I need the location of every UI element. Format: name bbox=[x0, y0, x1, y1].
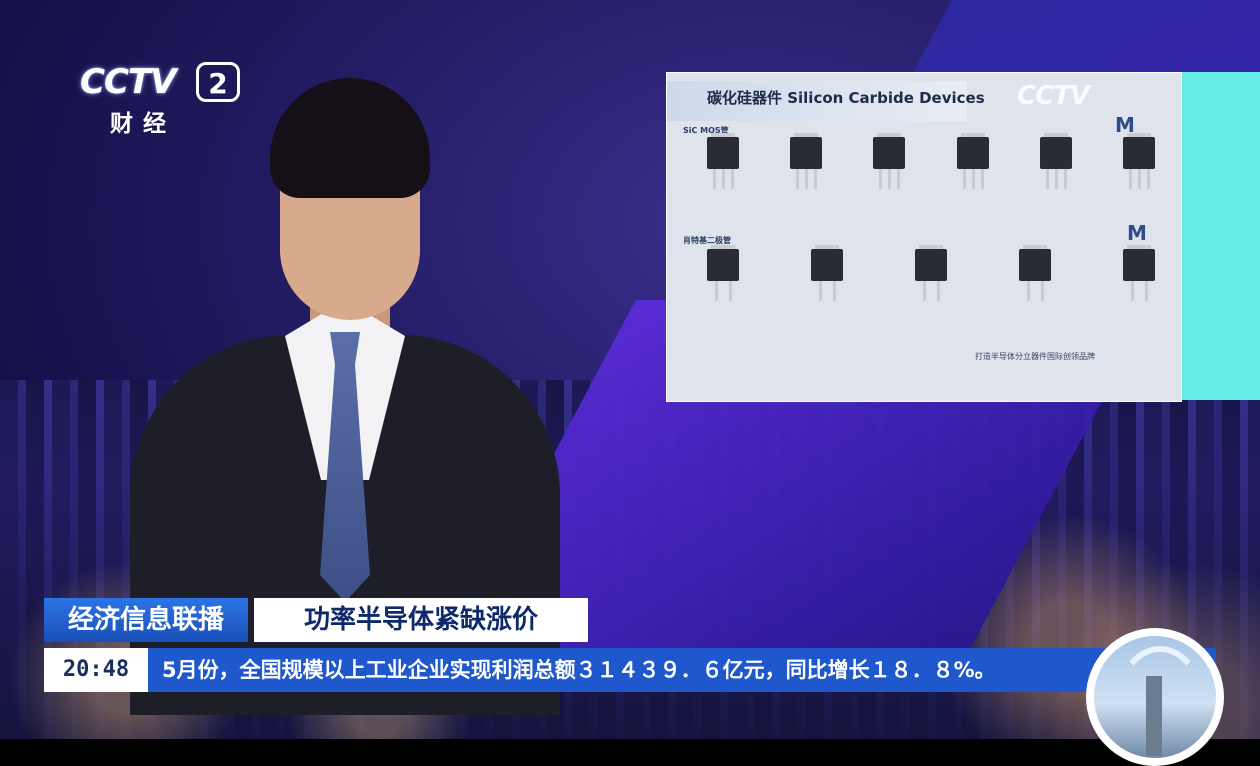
component-image bbox=[857, 133, 921, 229]
component-row-diode bbox=[691, 245, 1171, 345]
tower-icon bbox=[1146, 676, 1162, 756]
component-image bbox=[1003, 245, 1067, 341]
ticker-text: 5月份，全国规模以上工业企业实现利润总额３１４３９．６亿元，同比增长１８．８%。 bbox=[162, 658, 996, 682]
component-row-mos bbox=[691, 133, 1171, 233]
brand-mark-icon: M bbox=[1127, 221, 1147, 245]
component-image bbox=[795, 245, 859, 341]
inset-photo: 碳化硅器件 Silicon Carbide Devices CCTV SiC M… bbox=[666, 72, 1182, 402]
cctv-watermark: CCTV bbox=[1017, 81, 1090, 111]
inset-accent-panel bbox=[1180, 72, 1260, 400]
component-image bbox=[899, 245, 963, 341]
inset-slogan: 打造半导体分立器件国际创领品牌 bbox=[975, 352, 1095, 361]
inset-title: 碳化硅器件 Silicon Carbide Devices bbox=[707, 89, 985, 107]
program-name-label: 经济信息联播 bbox=[44, 598, 248, 642]
component-image bbox=[1024, 133, 1088, 229]
component-image bbox=[691, 245, 755, 341]
corner-badge-image bbox=[1094, 636, 1216, 758]
anchor-hair bbox=[270, 78, 430, 198]
component-image bbox=[774, 133, 838, 229]
component-image bbox=[691, 133, 755, 229]
component-image bbox=[1107, 245, 1171, 341]
component-image bbox=[941, 133, 1005, 229]
news-headline: 功率半导体紧缺涨价 bbox=[254, 598, 588, 642]
component-image bbox=[1107, 133, 1171, 229]
time-display: 20:48 bbox=[44, 648, 148, 692]
